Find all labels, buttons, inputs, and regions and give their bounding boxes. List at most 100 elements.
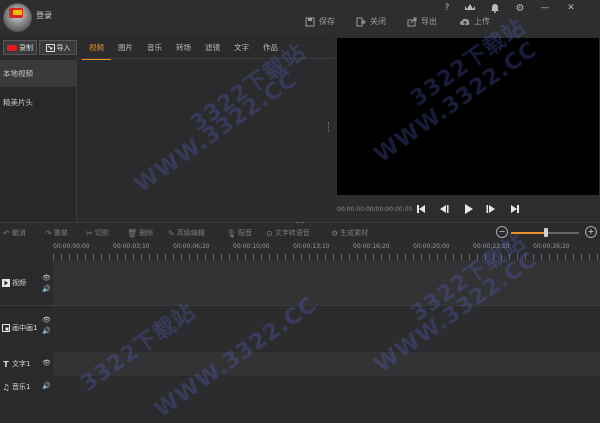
import-icon	[45, 43, 55, 52]
next-frame-icon	[486, 205, 495, 213]
advanced-edit-button[interactable]: ✎ 高级编辑	[168, 228, 205, 238]
export-icon	[407, 17, 417, 26]
tick-label: 00:00:20;00	[413, 243, 450, 250]
window-close-icon[interactable]: ✕	[565, 2, 577, 14]
skip-to-start-button[interactable]	[415, 202, 427, 216]
preview-timecode: 00:00:00:00/00:00:00:00	[337, 206, 413, 213]
tab-video[interactable]: 视频	[82, 36, 111, 60]
video-track-label: 视频	[2, 278, 26, 288]
text-track-label: T 文字1	[2, 359, 30, 369]
export-button[interactable]: 导出	[407, 16, 437, 27]
crown-icon	[465, 4, 475, 10]
prev-frame-icon	[440, 205, 449, 213]
sidebar-item-local-video[interactable]: 本地视频	[0, 60, 76, 87]
text-track-name: 文字1	[12, 360, 31, 368]
advanced-edit-label: 高级编辑	[176, 229, 205, 237]
tab-filter[interactable]: 滤镜	[198, 36, 227, 60]
login-link[interactable]: 登录	[36, 10, 52, 21]
help-icon[interactable]: ?	[441, 2, 453, 14]
save-label: 保存	[319, 17, 335, 26]
user-avatar[interactable]	[3, 3, 32, 32]
close-project-button[interactable]: 关闭	[356, 16, 386, 27]
record-icon	[7, 44, 17, 51]
microphone-icon: 🎙	[226, 228, 237, 238]
cut-label: 切割	[94, 229, 109, 237]
media-sidebar: 本地视频 精美片头	[0, 58, 77, 222]
dubbing-label: 配音	[238, 229, 253, 237]
undo-icon: ↶	[3, 228, 10, 238]
speaker-icon[interactable]: 🔊	[42, 382, 51, 390]
pencil-icon: ✎	[168, 228, 175, 238]
generate-material-label: 生成素材	[340, 229, 369, 237]
tick-label: 00:00:00:00	[53, 243, 90, 250]
pip-icon	[2, 324, 10, 332]
tick-label: 00:00:03;10	[113, 243, 150, 250]
text-to-speech-label: 文字转语音	[274, 229, 310, 237]
pip-track-name: 画中画1	[12, 324, 38, 332]
undo-button[interactable]: ↶ 撤消	[3, 228, 26, 238]
eye-icon[interactable]: 👁	[42, 359, 51, 367]
speaker-icon[interactable]: 🔊	[42, 285, 51, 293]
play-box-icon	[2, 279, 10, 287]
delete-button[interactable]: 🗑 删除	[127, 228, 153, 238]
music-track-label: ♫ 音乐1	[2, 382, 30, 392]
zoom-in-button[interactable]: +	[585, 226, 597, 238]
redo-button[interactable]: ↷ 重做	[45, 228, 68, 238]
close-project-icon	[356, 17, 366, 26]
minimize-icon[interactable]: —	[539, 2, 551, 14]
skip-to-end-button[interactable]	[509, 202, 521, 216]
play-icon	[465, 204, 473, 214]
undo-label: 撤消	[11, 229, 26, 237]
music-note-icon: ♫	[2, 382, 10, 392]
record-button[interactable]: 录制	[3, 40, 37, 55]
tab-text[interactable]: 文字	[227, 36, 256, 60]
gear-icon[interactable]: ⚙	[514, 2, 526, 14]
cut-button[interactable]: ✂ 切割	[86, 228, 109, 238]
music-track-name: 音乐1	[12, 383, 31, 391]
video-track-name: 视频	[12, 279, 26, 287]
upload-label: 上传	[474, 17, 490, 26]
tick-label: 00:00:16;20	[353, 243, 390, 250]
tab-image[interactable]: 图片	[111, 36, 140, 60]
save-button[interactable]: 保存	[305, 16, 335, 27]
tab-transition[interactable]: 转场	[169, 36, 198, 60]
tick-label: 00:00:06;20	[173, 243, 210, 250]
media-tabs: 视频 图片 音乐 转场 滤镜 文字 作品	[82, 36, 285, 60]
next-frame-button[interactable]	[485, 202, 497, 216]
skip-end-icon	[511, 205, 519, 213]
dubbing-button[interactable]: 🎙 配音	[226, 228, 252, 238]
text-t-icon: T	[3, 359, 9, 369]
export-label: 导出	[421, 17, 437, 26]
upload-button[interactable]: 上传	[460, 16, 490, 27]
panel-resize-handle[interactable]	[328, 122, 331, 132]
delete-label: 删除	[139, 229, 154, 237]
generate-material-button[interactable]: ⚙ 生成素材	[331, 228, 368, 238]
music-track-area[interactable]	[53, 377, 600, 400]
upload-icon	[460, 18, 470, 25]
tab-music[interactable]: 音乐	[140, 36, 169, 60]
pip-track-label: 画中画1	[2, 323, 37, 333]
sidebar-item-intro[interactable]: 精美片头	[0, 89, 76, 116]
tick-label: 00:00:13;10	[293, 243, 330, 250]
zoom-slider-thumb[interactable]	[544, 228, 549, 237]
redo-icon: ↷	[45, 228, 52, 238]
timeline-resize-handle[interactable]	[296, 222, 304, 225]
prev-frame-button[interactable]	[438, 202, 450, 216]
speaker-icon[interactable]: 🔊	[42, 327, 51, 335]
tick-label: 00:00:10;00	[233, 243, 270, 250]
close-label: 关闭	[370, 17, 386, 26]
import-label: 导入	[56, 43, 71, 52]
save-icon	[305, 17, 315, 26]
generate-material-icon: ⚙	[331, 228, 339, 238]
bell-icon[interactable]	[489, 2, 501, 14]
import-button[interactable]: 导入	[39, 40, 77, 55]
vip-crown-icon[interactable]	[463, 1, 477, 13]
text-to-speech-icon: ⊙	[266, 228, 273, 238]
eye-icon[interactable]: 👁	[42, 274, 51, 282]
record-label: 录制	[19, 43, 33, 52]
play-button[interactable]	[462, 202, 474, 216]
text-to-speech-button[interactable]: ⊙ 文字转语音	[266, 228, 310, 238]
eye-icon[interactable]: 👁	[42, 316, 51, 324]
scissors-icon: ✂	[86, 228, 93, 238]
tick-label: 00:00:26;20	[533, 243, 570, 250]
